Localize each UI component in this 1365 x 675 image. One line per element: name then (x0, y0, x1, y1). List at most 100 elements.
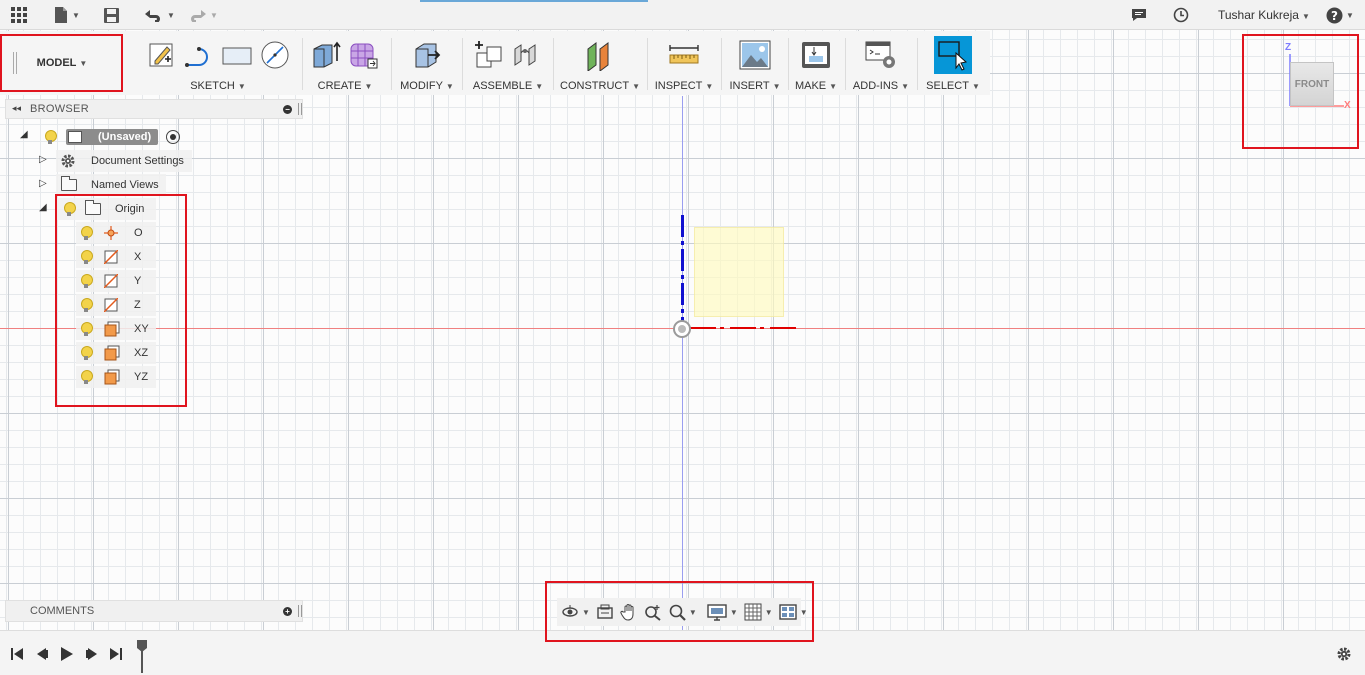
plane-icon (104, 345, 120, 361)
save-icon[interactable] (103, 5, 120, 25)
scripts-addins-icon[interactable] (865, 39, 897, 71)
expand-root-icon[interactable]: ◢ (20, 129, 28, 140)
root-document-node[interactable]: (Unsaved) (66, 129, 158, 145)
top-bar: ▼ ▼ ▼ Tushar Kukreja ▼ ? ▼ (0, 0, 1365, 30)
select-group[interactable]: SELECT ▼ (921, 36, 985, 94)
zoom-window-icon (669, 604, 686, 621)
line-icon[interactable] (183, 39, 215, 71)
panel-grip-icon[interactable] (298, 103, 302, 115)
help-icon[interactable]: ? ▼ (1326, 5, 1354, 25)
construct-group[interactable]: CONSTRUCT ▼ (557, 36, 643, 94)
gear-icon (61, 154, 75, 168)
app-grid-icon[interactable] (11, 5, 27, 25)
browser-item-origin[interactable]: Origin (56, 198, 156, 220)
origin-item-yz[interactable]: YZ (76, 366, 156, 388)
browser-panel-header[interactable]: ◂◂ BROWSER − (5, 99, 303, 119)
play-icon[interactable] (60, 646, 74, 662)
offset-plane-icon[interactable] (584, 39, 616, 72)
visibility-bulb-icon[interactable] (44, 129, 57, 145)
go-to-start-icon[interactable] (10, 647, 24, 661)
redo-icon[interactable]: ▼ (187, 5, 218, 25)
expand-named-views-icon[interactable]: ▷ (39, 178, 47, 189)
fit-tool[interactable]: ▼ (668, 601, 697, 623)
origin-item-o[interactable]: O (76, 222, 156, 244)
user-account-menu[interactable]: Tushar Kukreja ▼ (1218, 8, 1310, 22)
workspace-switcher[interactable]: MODEL ▼ (3, 35, 121, 91)
panel-grip-icon[interactable] (298, 605, 302, 617)
timeline-marker[interactable] (136, 639, 148, 673)
step-back-icon[interactable] (35, 647, 49, 661)
extrude-icon[interactable] (310, 39, 342, 71)
point-icon (104, 226, 118, 240)
visibility-bulb-icon[interactable] (80, 345, 93, 361)
notifications-icon[interactable] (1131, 5, 1147, 25)
origin-item-xz[interactable]: XZ (76, 342, 156, 364)
axis-icon (104, 274, 118, 288)
comments-panel-header[interactable]: COMMENTS + (5, 600, 303, 622)
grid-icon (744, 603, 762, 621)
insert-image-icon[interactable] (739, 39, 771, 71)
view-cube-front-face[interactable]: FRONT (1290, 62, 1334, 106)
circle-icon[interactable] (259, 39, 291, 71)
undo-icon[interactable]: ▼ (144, 5, 175, 25)
step-forward-icon[interactable] (85, 647, 99, 661)
zoom-tool[interactable] (644, 601, 662, 623)
3d-print-icon[interactable] (800, 39, 832, 71)
job-status-icon[interactable] (1173, 5, 1189, 25)
minimize-icon[interactable]: − (283, 105, 292, 114)
display-settings-tool[interactable]: ▼ (707, 601, 738, 623)
visibility-bulb-icon[interactable] (80, 273, 93, 289)
browser-item-document-settings[interactable]: Document Settings (56, 150, 192, 172)
visibility-bulb-icon[interactable] (80, 225, 93, 241)
grid-snaps-tool[interactable]: ▼ (744, 601, 773, 623)
create-sketch-icon[interactable] (145, 39, 177, 71)
origin-plane-preview[interactable] (694, 227, 784, 317)
insert-group[interactable]: INSERT ▼ (725, 36, 785, 94)
form-icon[interactable] (348, 39, 380, 71)
orbit-tool[interactable]: ▼ (561, 601, 590, 623)
visibility-bulb-icon[interactable] (80, 249, 93, 265)
ribbon-grip (13, 52, 17, 74)
origin-item-x[interactable]: X (76, 246, 156, 268)
press-pull-icon[interactable] (411, 39, 443, 71)
sketch-group[interactable]: SKETCH ▼ (128, 36, 308, 94)
expand-document-settings-icon[interactable]: ▷ (39, 154, 47, 165)
visibility-bulb-icon[interactable] (80, 369, 93, 385)
navigation-bar: ▼ ▼ ▼ ▼ ▼ (557, 598, 808, 626)
file-menu-icon[interactable]: ▼ (53, 5, 80, 25)
create-group[interactable]: CREATE ▼ (306, 36, 384, 94)
assemble-group[interactable]: ASSEMBLE ▼ (466, 36, 550, 94)
inspect-group[interactable]: INSPECT ▼ (651, 36, 717, 94)
look-at-tool[interactable] (596, 601, 614, 623)
component-icon (68, 131, 82, 143)
visibility-bulb-icon[interactable] (80, 321, 93, 337)
select-icon[interactable] (934, 36, 972, 74)
add-ins-group[interactable]: ADD-INS ▼ (849, 36, 913, 94)
zoom-icon (645, 605, 661, 621)
expand-origin-icon[interactable]: ◢ (39, 202, 47, 213)
origin-item-xy[interactable]: XY (76, 318, 156, 340)
collapse-panel-icon[interactable]: ◂◂ (12, 103, 21, 114)
visibility-bulb-icon[interactable] (63, 201, 76, 217)
new-component-icon[interactable] (473, 39, 505, 71)
modify-group[interactable]: MODIFY ▼ (396, 36, 458, 94)
origin-item-z[interactable]: Z (76, 294, 156, 316)
rectangle-icon[interactable] (221, 39, 253, 71)
make-group[interactable]: MAKE ▼ (792, 36, 840, 94)
pan-tool[interactable] (620, 601, 638, 623)
origin-item-y[interactable]: Y (76, 270, 156, 292)
go-to-end-icon[interactable] (109, 647, 123, 661)
joint-icon[interactable] (511, 39, 543, 71)
browser-root-node[interactable]: (Unsaved) (40, 126, 188, 148)
viewports-tool[interactable]: ▼ (778, 601, 808, 623)
visibility-bulb-icon[interactable] (80, 297, 93, 313)
active-tab-accent (420, 0, 648, 2)
add-comment-icon[interactable]: + (283, 607, 292, 616)
origin-point[interactable] (673, 320, 691, 338)
measure-icon[interactable] (668, 39, 700, 71)
activate-radio-icon[interactable] (166, 130, 180, 144)
browser-item-named-views[interactable]: Named Views (56, 174, 166, 196)
plane-icon (104, 369, 120, 385)
viewports-icon (778, 604, 797, 620)
timeline-settings-gear-icon[interactable] (1336, 646, 1352, 662)
